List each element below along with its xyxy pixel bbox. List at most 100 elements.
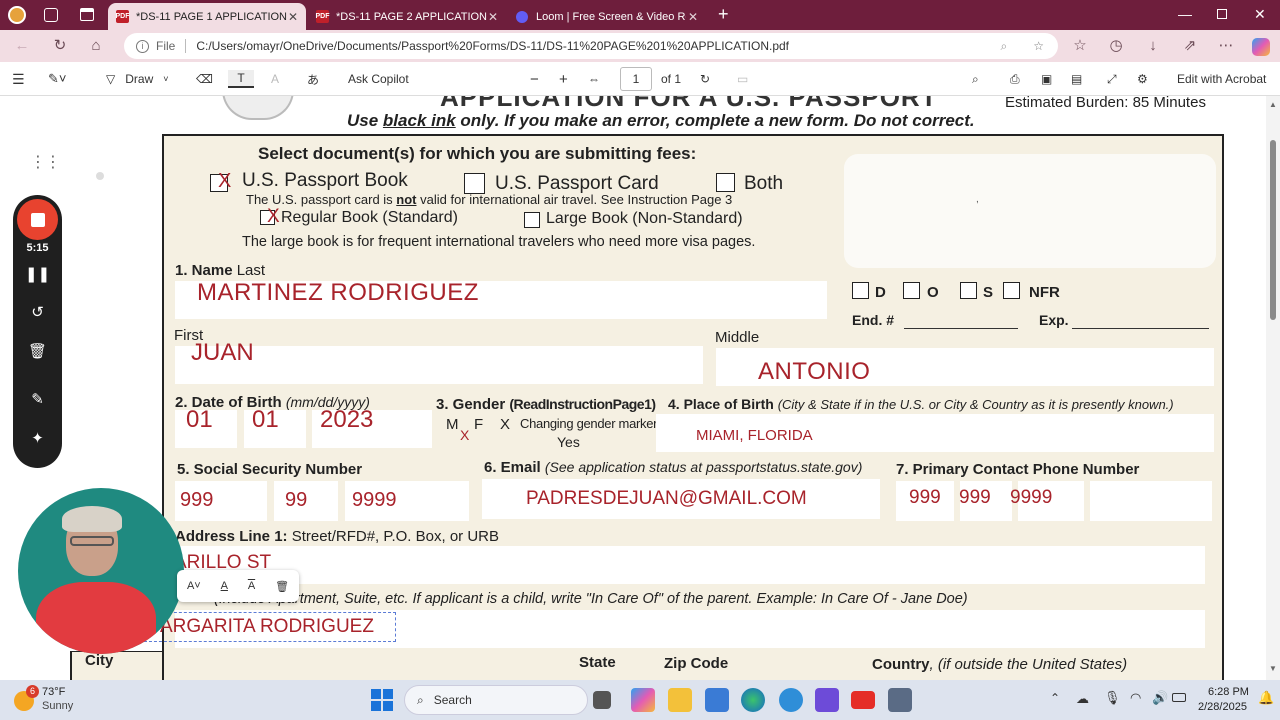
start-button[interactable] [371,689,393,711]
gender-label: 3. Gender (ReadInstructionPage1) [436,396,656,413]
notepad-app-icon[interactable] [779,688,803,712]
eraser-icon[interactable]: ⌫ [196,70,213,88]
win-tile [383,689,393,699]
save-as-icon[interactable]: ▤ [1071,70,1082,88]
tab-loom[interactable]: Loom | Free Screen & Video Reco ✕ [508,3,706,30]
both-checkbox[interactable] [716,173,735,192]
url-text[interactable]: C:/Users/omayr/OneDrive/Documents/Passpo… [196,39,789,53]
edit-with-acrobat-button[interactable]: Edit with Acrobat [1177,70,1266,88]
address1-field[interactable] [175,546,1205,584]
stop-icon [30,212,45,227]
zoom-in-icon[interactable]: + [559,70,568,88]
task-view-icon[interactable] [593,691,611,709]
fit-page-icon[interactable]: ⇔ [588,70,600,88]
clock-time[interactable]: 6:28 PM [1208,686,1249,698]
pause-icon[interactable]: ❚❚ [13,265,62,283]
scrollbar[interactable]: ▲ ▼ [1266,96,1280,680]
scroll-up-icon[interactable]: ▲ [1269,100,1277,109]
edge-browser-icon[interactable] [741,688,765,712]
exp-line [1072,328,1209,329]
share-icon[interactable]: ⇗ [1180,36,1200,56]
delete-icon[interactable]: 🗑 [13,342,62,360]
font-size-menu[interactable]: A˅ [187,580,201,592]
copilot-app-icon[interactable] [631,688,655,712]
settings-gear-icon[interactable]: ⚙ [1137,70,1148,88]
close-tab-icon[interactable]: ✕ [488,10,498,24]
read-aloud-icon[interactable]: あ [307,70,319,88]
store-app-icon[interactable] [705,688,729,712]
tray-chevron-icon[interactable]: ⌃ [1050,691,1060,705]
close-tab-icon[interactable]: ✕ [688,10,698,24]
minimize-button[interactable]: — [1178,6,1192,22]
highlight-icon[interactable]: ✎˅ [48,70,66,88]
page-view-icon[interactable]: ▭ [737,70,748,88]
address-bar[interactable]: i File C:/Users/omayr/OneDrive/Documents… [124,33,1058,59]
office-o-label: O [927,284,939,301]
history-icon[interactable]: ◷ [1106,36,1126,56]
search-icon[interactable]: ⌕ [972,70,979,88]
print-icon[interactable]: ⎙ [1010,70,1020,88]
battery-icon[interactable] [1172,693,1186,702]
fullscreen-icon[interactable]: ⤢ [1107,70,1117,88]
scroll-thumb[interactable] [1270,140,1276,320]
camera-app-icon[interactable] [888,688,912,712]
exp-label: Exp. [1039,312,1069,328]
scroll-down-icon[interactable]: ▼ [1269,664,1277,673]
file-explorer-icon[interactable] [668,688,692,712]
profile-avatar[interactable] [8,6,26,24]
close-tab-icon[interactable]: ✕ [288,10,298,24]
favorites-icon[interactable]: ☆ [1070,36,1090,56]
restart-icon[interactable]: ↺ [13,303,62,321]
passport-book-label: U.S. Passport Book [242,170,408,191]
effects-icon[interactable]: ✦ [13,429,62,447]
microphone-icon[interactable]: 🎙 [1104,690,1121,706]
rotate-icon[interactable]: ↻ [700,70,710,88]
draw-button[interactable]: ▽ Draw ˅ [106,70,169,88]
tab-ds11-page2[interactable]: PDF *DS-11 PAGE 2 APPLICATION.pdf ✕ [308,3,506,30]
refresh-icon[interactable]: ↻ [50,36,70,56]
page-number-input[interactable]: 1 [620,67,652,91]
copilot-pwa-icon[interactable] [815,688,839,712]
wifi-icon[interactable]: ◠ [1130,690,1141,706]
add-text-icon[interactable]: T [228,70,254,88]
onedrive-icon[interactable]: ☁ [1076,691,1089,707]
first-name-field[interactable] [175,346,703,384]
new-tab-button[interactable]: + [718,4,729,25]
more-menu-icon[interactable]: ⋯ [1216,36,1236,56]
draw-pen-icon[interactable]: ✎ [13,390,62,408]
clock-date[interactable]: 2/28/2025 [1198,701,1247,713]
phone-ext-field[interactable] [1090,481,1212,521]
taskbar-search[interactable]: ⌕ Search [404,685,588,715]
volume-icon[interactable]: 🔊 [1152,690,1168,706]
copilot-icon[interactable] [1252,38,1270,56]
passport-card-checkbox[interactable] [464,173,485,194]
notifications-icon[interactable]: 🔔 [1258,690,1274,706]
webcam-bubble[interactable] [18,488,184,654]
text-format-icon[interactable]: A [271,70,279,88]
weather-widget[interactable]: 6 73°F Sunny [12,685,122,715]
home-icon[interactable]: ⌂ [86,36,106,56]
zoom-out-icon[interactable]: − [530,70,539,88]
regular-book-label: Regular Book (Standard) [281,209,458,226]
text-color-button[interactable]: A [221,580,228,592]
save-icon[interactable]: ▣ [1041,70,1052,88]
close-window-button[interactable]: ✕ [1254,6,1266,23]
workspaces-icon[interactable] [44,8,58,22]
tab-actions-icon[interactable] [80,8,94,21]
maximize-button[interactable] [1217,9,1227,19]
youtube-icon[interactable] [851,691,875,709]
back-icon[interactable]: ← [12,36,32,56]
tab-ds11-page1[interactable]: PDF *DS-11 PAGE 1 APPLICATION.pdf ✕ [108,3,306,30]
office-s-checkbox [960,282,977,299]
contents-icon[interactable]: ☰ [12,70,25,88]
text-spacing-button[interactable]: A [248,580,255,592]
downloads-icon[interactable]: ↓ [1143,36,1163,56]
zoom-icon[interactable]: ⌕ [1001,39,1008,54]
favorite-star-icon[interactable]: ☆ [1033,39,1044,53]
ask-copilot-button[interactable]: Ask Copilot [348,70,409,88]
large-book-checkbox[interactable] [524,212,540,228]
card-note: The U.S. passport card is not valid for … [246,192,733,207]
delete-text-icon[interactable]: 🗑 [275,580,289,593]
stop-recording-button[interactable] [17,199,58,240]
info-icon[interactable]: i [136,39,149,53]
